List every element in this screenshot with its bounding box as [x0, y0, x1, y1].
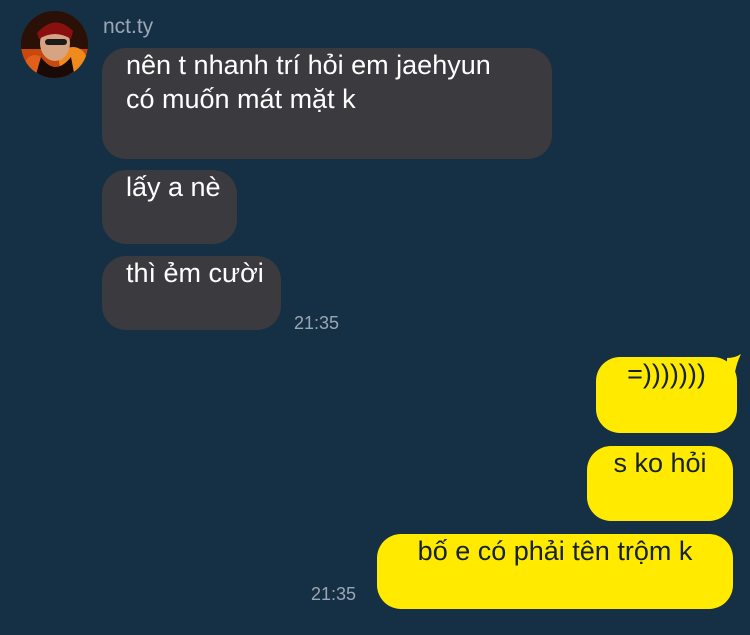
avatar-photo-icon	[21, 11, 88, 78]
message-text: s ko hỏi	[613, 448, 707, 478]
message-text: =)))))))	[627, 359, 706, 389]
outgoing-message[interactable]: s ko hỏi	[587, 446, 733, 521]
sender-avatar[interactable]	[21, 11, 88, 78]
outgoing-message[interactable]: =)))))))	[596, 357, 737, 433]
message-timestamp: 21:35	[311, 584, 357, 604]
message-line: nên t nhanh trí hỏi em jaehyun	[126, 50, 491, 80]
message-line: lấy a nè	[126, 172, 221, 202]
outgoing-message[interactable]: bố e có phải tên trộm k	[377, 534, 733, 609]
message-timestamp: 21:35	[294, 313, 340, 333]
message-line: có muốn mát mặt k	[126, 84, 356, 114]
message-line: thì ẻm cười	[126, 258, 264, 288]
incoming-message[interactable]: nên t nhanh trí hỏi em jaehyun có muốn m…	[102, 48, 552, 159]
incoming-message[interactable]: thì ẻm cười	[102, 256, 281, 330]
message-text: bố e có phải tên trộm k	[417, 536, 693, 566]
sender-name: nct.ty	[103, 15, 154, 38]
incoming-message[interactable]: lấy a nè	[102, 170, 237, 244]
